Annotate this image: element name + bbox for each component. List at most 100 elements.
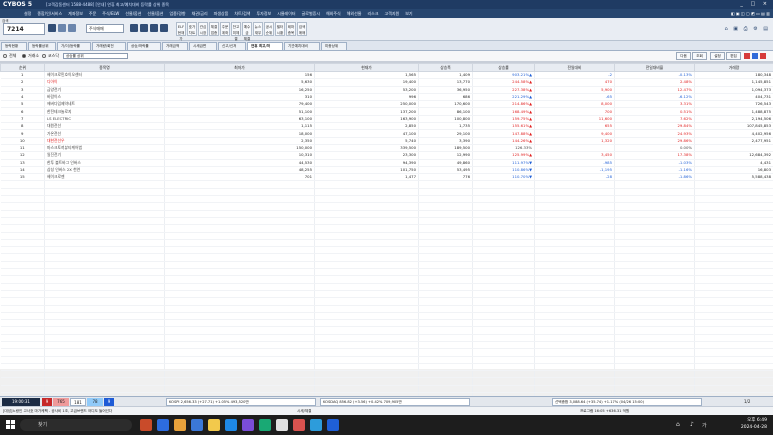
table-row[interactable]: 9 가온전선 18,000 47,100 29,100 147.88%▲ 9,400 24.9… [0,129,773,138]
print-icon[interactable] [130,24,138,32]
column-header[interactable]: 종목명 [44,63,165,72]
toolbar-button[interactable]: 잔고 미체결 [231,22,241,41]
menu-item[interactable]: 해외주식 [326,11,341,16]
taskbar-app-icon[interactable] [225,419,237,431]
tab-7[interactable]: 신고/신저 [218,42,246,50]
table-row[interactable]: 1 헤이크로민호이오센터 156 1,565 1,409 903.21%▲ -2 -0.13%… [0,71,773,80]
menu-item[interactable]: 계좌정보 [68,11,83,16]
menu-item[interactable]: 채권/금리 [192,11,208,16]
menu-item[interactable]: 선물/옵션 [147,11,163,16]
menu-item[interactable]: 주문 [89,11,96,16]
table-row[interactable]: 6 한전테크놀로지 51,100 137,200 86,100 168.49%▲ 700 0.… [0,107,773,116]
language-indicator[interactable]: 가 [702,422,707,429]
grid-icon[interactable] [68,24,76,32]
order-type-combo[interactable]: 주식매매 [86,24,124,33]
edit-button[interactable]: 편집 [726,52,741,60]
tab-2[interactable]: 가/더/등락률 [57,42,91,50]
menu-item[interactable]: 시뮬레이터 [277,11,295,16]
table-row[interactable]: 5 에버다임제약네트 79,400 250,000 170,600 214.86%▲ 8,0… [0,100,773,109]
table-row[interactable]: 11 마스크토끼뷰티케어법 150,000 339,500 189,500 126.33%… [0,144,773,153]
table-row[interactable]: 4 바람이스 310 996 686 221.29%▲ -65 -6.12% 404,731 [0,93,773,102]
network-icon[interactable]: ⌂ [676,421,680,428]
table-row[interactable]: 12 일진전기 10,310 23,300 12,990 125.99%▲ 3,450 17.… [0,151,773,160]
taskbar-app-icon[interactable] [276,419,288,431]
tab-5[interactable]: 거래금액 [162,42,188,50]
column-header[interactable]: 전일대비 [534,63,615,72]
tab-3[interactable]: 거래량/회전 [92,42,126,50]
status-box-2[interactable]: 765 [53,398,69,406]
settings-button[interactable]: 설정 [710,52,725,60]
taskbar-app-icon[interactable] [157,419,169,431]
windows-start-icon[interactable] [6,420,15,429]
table-row[interactable]: 14 삼성 인버스 2X 천연 48,255 101,750 53,495 110.86%… [0,166,773,175]
folder-icon[interactable] [140,24,148,32]
menu-item[interactable]: 보기 [405,11,412,16]
column-header[interactable]: 현재가 [314,63,419,72]
toolbar-button[interactable]: 필터 시황 [275,22,285,36]
taskbar-app-icon[interactable] [174,419,186,431]
menu-right-icons[interactable]: ◧ ▣ ◫ ▢ ◩ ▭ ▤ ▥ [731,11,770,16]
close-panel-icon[interactable] [760,53,766,59]
rank-type-select[interactable]: 상승률 상위 [63,53,128,59]
toolbar-right-icons[interactable]: ⌂ ▣ ⎙ ⚙ ▤ [725,26,770,32]
kospi-index[interactable]: KOSPI 2,656.33 (+27.71) +1.05% 493,520만 [166,398,316,406]
table-row[interactable]: 15 헤이크로젠 701 1,477 776 110.70%▼ -28 -1.86% 5,588… [0,173,773,182]
radio-kosdaq[interactable]: 코스닥 [42,53,59,59]
menu-item[interactable]: 업종/경향 [169,11,185,16]
menu-item[interactable]: 파생상품 [214,11,229,16]
menu-item[interactable]: 글로벌증시 [302,11,320,16]
taskbar-app-icon[interactable] [327,419,339,431]
toolbar-button[interactable]: 예수금 체결 [242,22,252,41]
status-box-5[interactable]: 9 [104,398,114,406]
table-row[interactable]: 10 대한전선우 2,350 5,740 3,390 144.26%▲ 1,320 29.86… [0,137,773,145]
toolbar-button[interactable]: 체결 업종 [209,22,219,36]
table-row[interactable]: 7 LS ELECTRIC 63,100 163,900 100,800 159.75%▲… [0,115,773,124]
list-icon[interactable] [58,24,66,32]
stock-code-input[interactable]: 7214 [3,23,45,35]
copy-icon[interactable] [150,24,158,32]
column-header[interactable]: 상승폭 [418,63,473,72]
menu-item[interactable]: 투자정보 [256,11,271,16]
toolbar-button[interactable]: ELF 현재가 [176,22,186,41]
toolbar-button[interactable]: 주문 계좌 [220,22,230,36]
column-header[interactable]: 상승률 [472,63,535,72]
tab-1[interactable]: 등락률상위 [28,42,56,50]
column-header[interactable]: 최저가 [164,63,315,72]
tab-0[interactable]: 등락현황 [1,42,27,50]
menu-item[interactable]: 종합/인/서비스 [37,11,62,16]
toolbar-button[interactable]: 테마 종목 [286,22,296,36]
taskbar-app-icon[interactable] [208,419,220,431]
tab-4[interactable]: 상승/하락률 [127,42,161,50]
search-icon[interactable] [48,24,56,32]
query-button[interactable]: 조회 [692,52,707,60]
tab-10[interactable]: 미종상위 [321,42,347,50]
extra-index[interactable]: 선택종합 3,088.64 (+35.74) +1.17% (04/26 15:… [552,398,702,406]
tab-8[interactable]: 연휴 최고/저 [247,42,283,50]
news-headline[interactable]: [대성]노랑인 고사호 마가케팩 - 공사비 1조, 고급브랜드 어디도 들어선… [3,409,112,414]
tab-9[interactable]: 기관예치대비 [284,42,320,50]
status-box-4[interactable]: 78 [87,398,103,406]
taskbar-app-icon[interactable] [242,419,254,431]
blue-flag-icon[interactable] [752,53,758,59]
table-row[interactable]: 3 금양전기 16,250 53,200 36,950 227.38%▲ 5,900 12.4… [0,86,773,94]
toolbar-button[interactable]: 검색 매매 [297,22,307,36]
radio-all[interactable]: 전체 [3,53,16,59]
taskbar-app-icon[interactable] [293,419,305,431]
toolbar-button[interactable]: 관심 시장 [198,22,208,36]
radio-kospi[interactable]: 거래소 [22,53,39,59]
menu-item[interactable]: 차트/검색 [234,11,250,16]
menu-item[interactable]: 주식/ELW [102,11,119,16]
red-flag-icon[interactable] [744,53,750,59]
toolbar-button[interactable]: 공시 순위 [264,22,274,36]
taskbar-search[interactable]: 찾기 [20,419,132,431]
taskbar-clock[interactable]: 오후 6:49 2024-04-28 [741,417,767,431]
taskbar-app-icon[interactable] [310,419,322,431]
menu-item[interactable]: 해외선물 [347,11,362,16]
taskbar-app-icon[interactable] [259,419,271,431]
tab-6[interactable]: 시세급변 [189,42,217,50]
table-row[interactable]: 13 한투 볼트바그 인버스 44,530 94,390 49,860 111.97%▼ -… [0,159,773,167]
volume-icon[interactable]: ♪ [690,421,694,428]
monitor-icon[interactable] [160,24,168,32]
table-row[interactable]: 8 대원전선 1,115 2,850 1,735 155.61%▲ 655 29.84% 107… [0,122,773,131]
column-header[interactable]: 전일대비율 [614,63,695,72]
